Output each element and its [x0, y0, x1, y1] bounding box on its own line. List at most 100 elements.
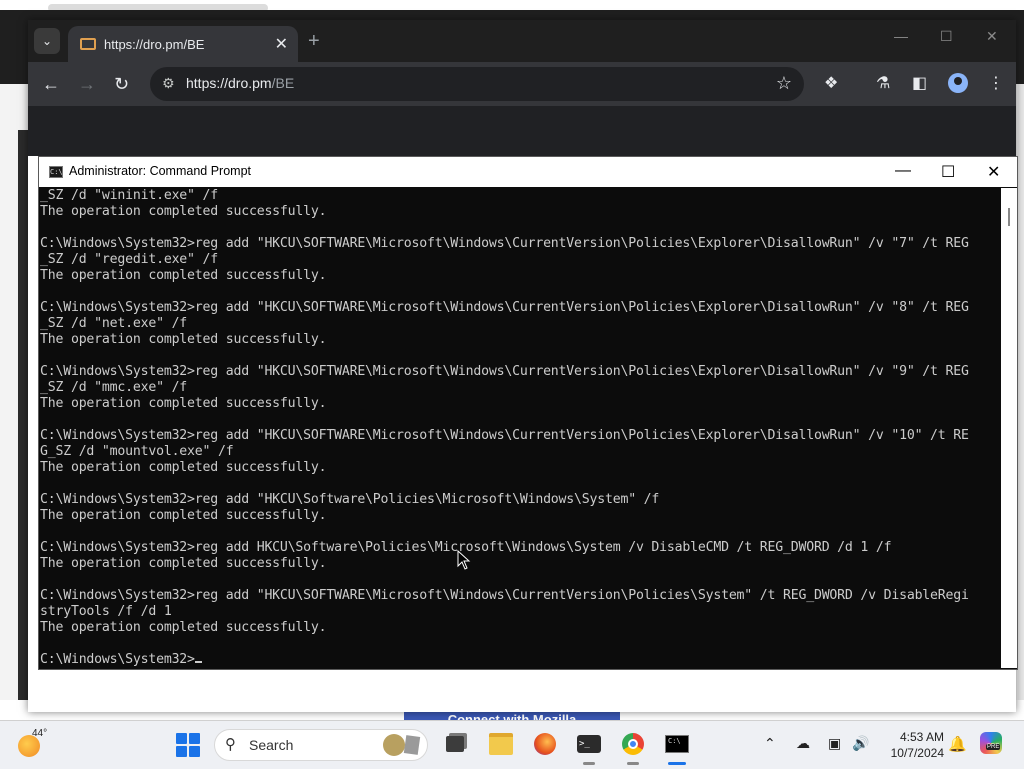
clock-date: 10/7/2024	[890, 746, 944, 760]
taskbar-clock[interactable]: 4:53 AM 10/7/2024	[884, 729, 944, 761]
address-bar-url[interactable]: https://dro.pm/BE	[186, 75, 294, 91]
console-line: C:\Windows\System32>reg add "HKCU\SOFTWA…	[40, 588, 969, 603]
console-line: The operation completed successfully.	[40, 204, 327, 219]
console-text: _SZ /d "wininit.exe" /f The operation co…	[39, 188, 999, 668]
bookmark-star-icon[interactable]: ☆	[776, 73, 792, 94]
console-line: _SZ /d "regedit.exe" /f	[40, 252, 219, 267]
back-icon[interactable]: ←	[42, 74, 60, 94]
tab-search-button[interactable]: ⌄	[34, 28, 60, 54]
minimize-icon[interactable]: —	[894, 28, 908, 44]
clock-time: 4:53 AM	[899, 730, 944, 744]
url-host: https://dro.pm	[186, 75, 272, 91]
labs-flask-icon[interactable]: ⚗	[876, 73, 890, 93]
text-cursor	[194, 661, 202, 663]
windows-logo-tile	[176, 746, 187, 757]
console-line: The operation completed successfully.	[40, 556, 327, 571]
taskbar: 44° ⚲ Search >_ C:\ ⌃ ☁ ▣ 🔊 4:53 AM 10/7…	[0, 720, 1024, 769]
tab-close-icon[interactable]: ✕	[275, 34, 288, 54]
network-icon[interactable]: ▣	[828, 735, 841, 752]
background-window-edge	[18, 130, 28, 702]
chrome-icon	[622, 733, 644, 755]
console-line: C:\Windows\System32>reg add "HKCU\SOFTWA…	[40, 428, 969, 443]
console-line: C:\Windows\System32>reg add "HKCU\SOFTWA…	[40, 236, 969, 251]
url-path: /BE	[271, 75, 295, 91]
console-line: _SZ /d "wininit.exe" /f	[40, 188, 219, 203]
tab-title: https://dro.pm/BE	[104, 36, 205, 52]
console-line: _SZ /d "net.exe" /f	[40, 316, 188, 331]
address-bar[interactable]: ⚙ https://dro.pm/BE ☆	[150, 67, 804, 101]
firefox-icon	[534, 733, 556, 755]
chevron-up-icon[interactable]: ⌃	[764, 735, 776, 752]
active-indicator	[668, 762, 686, 765]
browser-tab[interactable]: https://dro.pm/BE ✕	[68, 26, 298, 62]
windows-logo-tile	[189, 746, 200, 757]
taskbar-search[interactable]: ⚲ Search	[214, 729, 428, 761]
console-line: The operation completed successfully.	[40, 332, 327, 347]
console-line: The operation completed successfully.	[40, 460, 327, 475]
command-prompt-window: C:\ Administrator: Command Prompt — ☐ ✕ …	[38, 156, 1018, 670]
running-indicator	[627, 762, 639, 765]
extensions-icon[interactable]: ❖	[824, 73, 838, 93]
taskbar-file-explorer[interactable]	[486, 729, 516, 759]
console-line: The operation completed successfully.	[40, 396, 327, 411]
chevron-down-icon: ⌄	[41, 34, 53, 48]
side-panel-icon[interactable]: ◧	[912, 73, 927, 93]
profile-avatar-icon[interactable]	[948, 73, 968, 93]
tab-strip: ⌄ https://dro.pm/BE ✕ + — ☐ ✕	[28, 20, 1016, 62]
maximize-icon[interactable]: ☐	[940, 28, 953, 45]
forward-icon[interactable]: →	[78, 74, 96, 94]
copilot-badge: PRE	[986, 744, 1001, 750]
cmd-window-title: Administrator: Command Prompt	[69, 164, 252, 178]
cmd-minimize-icon[interactable]: —	[895, 162, 911, 180]
folder-icon	[489, 733, 513, 755]
cmd-app-icon: C:\	[49, 166, 63, 178]
windows-logo-tile	[189, 733, 200, 744]
cmd-console-output[interactable]: _SZ /d "wininit.exe" /f The operation co…	[39, 188, 999, 668]
search-icon: ⚲	[225, 736, 236, 753]
console-line: C:\Windows\System32>reg add "HKCU\Softwa…	[40, 492, 660, 507]
cmd-maximize-icon[interactable]: ☐	[941, 162, 955, 182]
cmd-close-icon[interactable]: ✕	[987, 162, 1000, 182]
console-line: The operation completed successfully.	[40, 268, 327, 283]
task-view-icon	[446, 736, 464, 752]
new-tab-button[interactable]: +	[308, 30, 320, 53]
taskbar-task-view[interactable]	[440, 729, 470, 759]
volume-icon[interactable]: 🔊	[852, 735, 869, 752]
console-line: G_SZ /d "mountvol.exe" /f	[40, 444, 234, 459]
console-line: The operation completed successfully.	[40, 620, 327, 635]
weather-temperature: 44°	[32, 728, 48, 739]
windows-logo-tile	[176, 733, 187, 744]
reload-icon[interactable]: ↻	[114, 74, 129, 94]
console-line: C:\Windows\System32>reg add "HKCU\SOFTWA…	[40, 364, 969, 379]
command-prompt-icon: C:\	[665, 735, 689, 753]
console-prompt: C:\Windows\System32>	[40, 652, 195, 667]
console-line: _SZ /d "mmc.exe" /f	[40, 380, 188, 395]
cmd-title-bar[interactable]: C:\ Administrator: Command Prompt — ☐ ✕	[39, 157, 1017, 187]
background-window-edge-right	[1018, 84, 1024, 720]
search-highlight-icon	[383, 734, 405, 756]
taskbar-command-prompt[interactable]: C:\	[662, 729, 692, 765]
browser-toolbar: ← → ↻ ⚙ https://dro.pm/BE ☆ ❖ ⚗ ◧ ⋮	[28, 62, 1016, 106]
copilot-icon[interactable]: PRE	[980, 732, 1002, 754]
running-indicator	[583, 762, 595, 765]
search-highlight-icon-2	[403, 735, 421, 755]
terminal-icon: >_	[577, 735, 601, 753]
taskbar-firefox[interactable]	[530, 729, 560, 759]
taskbar-search-placeholder: Search	[249, 737, 294, 753]
cmd-scrollbar-thumb[interactable]	[1008, 208, 1010, 226]
console-line: stryTools /f /d 1	[40, 604, 172, 619]
more-menu-icon[interactable]: ⋮	[988, 73, 1004, 93]
start-button[interactable]	[176, 733, 200, 757]
mouse-pointer-icon	[457, 550, 471, 570]
taskbar-terminal[interactable]: >_	[574, 729, 604, 765]
close-window-icon[interactable]: ✕	[986, 28, 998, 45]
site-settings-icon[interactable]: ⚙	[162, 75, 175, 92]
tab-favicon-icon	[80, 38, 96, 50]
cmd-scrollbar[interactable]	[1001, 188, 1017, 668]
notification-bell-icon[interactable]: 🔔	[948, 735, 967, 753]
console-line: C:\Windows\System32>reg add "HKCU\SOFTWA…	[40, 300, 969, 315]
onedrive-cloud-icon[interactable]: ☁	[796, 735, 810, 752]
console-line: The operation completed successfully.	[40, 508, 327, 523]
page-header	[28, 106, 1016, 156]
taskbar-chrome[interactable]	[618, 729, 648, 765]
